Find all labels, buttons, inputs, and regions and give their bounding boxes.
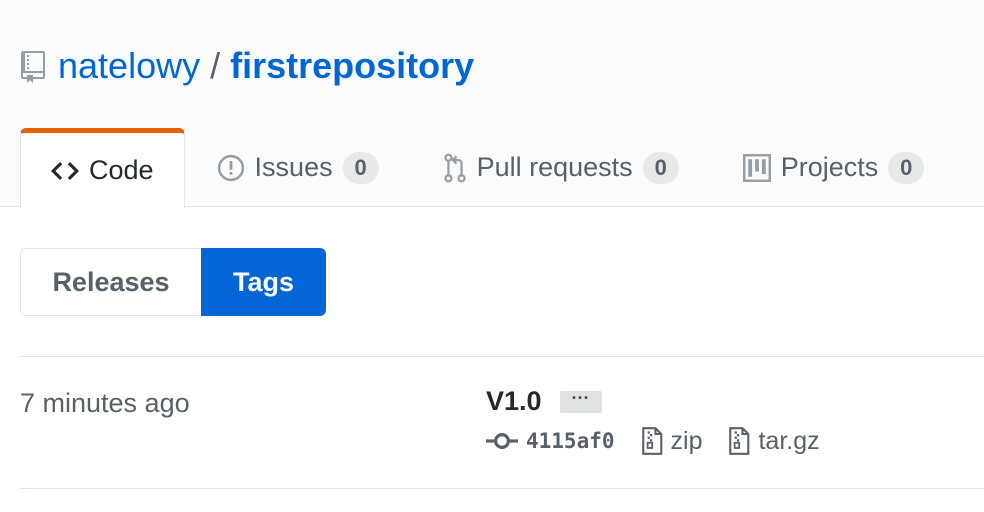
tab-code[interactable]: Code xyxy=(20,128,185,208)
tab-pull-requests-label: Pull requests xyxy=(476,152,633,182)
project-icon xyxy=(742,153,771,182)
issues-count-badge: 0 xyxy=(342,151,379,184)
tab-projects-label: Projects xyxy=(780,152,879,182)
repo-nav-tabs: Code Issues 0 Pull requests 0 Projects 0 xyxy=(20,128,957,208)
file-zip-icon xyxy=(729,427,750,455)
tags-button[interactable]: Tags xyxy=(201,248,326,316)
tab-pull-requests[interactable]: Pull requests 0 xyxy=(411,128,711,207)
pull-requests-count-badge: 0 xyxy=(642,151,679,184)
commit-sha: 4115af0 xyxy=(526,429,615,453)
file-zip-icon xyxy=(641,427,662,455)
tab-projects[interactable]: Projects 0 xyxy=(711,128,957,207)
repo-name-link[interactable]: firstrepository xyxy=(230,45,474,87)
git-commit-icon xyxy=(486,432,518,450)
tar-download-link[interactable]: tar.gz xyxy=(728,426,820,456)
tag-message-expander-button[interactable]: ··· xyxy=(559,389,602,413)
releases-tags-subnav: Releases Tags xyxy=(20,248,326,316)
tag-date: 7 minutes ago xyxy=(20,388,190,418)
repo-path-separator: / xyxy=(210,45,221,86)
tab-issues-label: Issues xyxy=(254,152,333,182)
git-pull-request-icon xyxy=(443,153,466,182)
tag-name-link[interactable]: V1.0 xyxy=(486,386,542,417)
repo-icon xyxy=(20,50,46,83)
zip-download-link[interactable]: zip xyxy=(641,426,703,456)
repo-owner-link[interactable]: natelowy xyxy=(58,45,200,87)
projects-count-badge: 0 xyxy=(888,151,925,184)
commit-link[interactable]: 4115af0 xyxy=(486,429,615,453)
tab-code-label: Code xyxy=(89,155,154,185)
repo-header: natelowy / firstrepository Code Issues 0 xyxy=(0,0,984,208)
divider xyxy=(20,488,984,489)
zip-label: zip xyxy=(670,426,703,455)
releases-button[interactable]: Releases xyxy=(20,248,201,316)
tag-meta: 4115af0 zip tar.gz xyxy=(486,424,846,458)
tag-entry: V1.0 ··· xyxy=(486,386,602,417)
divider xyxy=(20,356,984,357)
tar-label: tar.gz xyxy=(758,426,820,455)
issue-opened-icon xyxy=(217,154,244,181)
code-icon xyxy=(51,161,79,180)
tab-issues[interactable]: Issues 0 xyxy=(185,128,411,207)
repo-title: natelowy / firstrepository xyxy=(20,44,474,88)
